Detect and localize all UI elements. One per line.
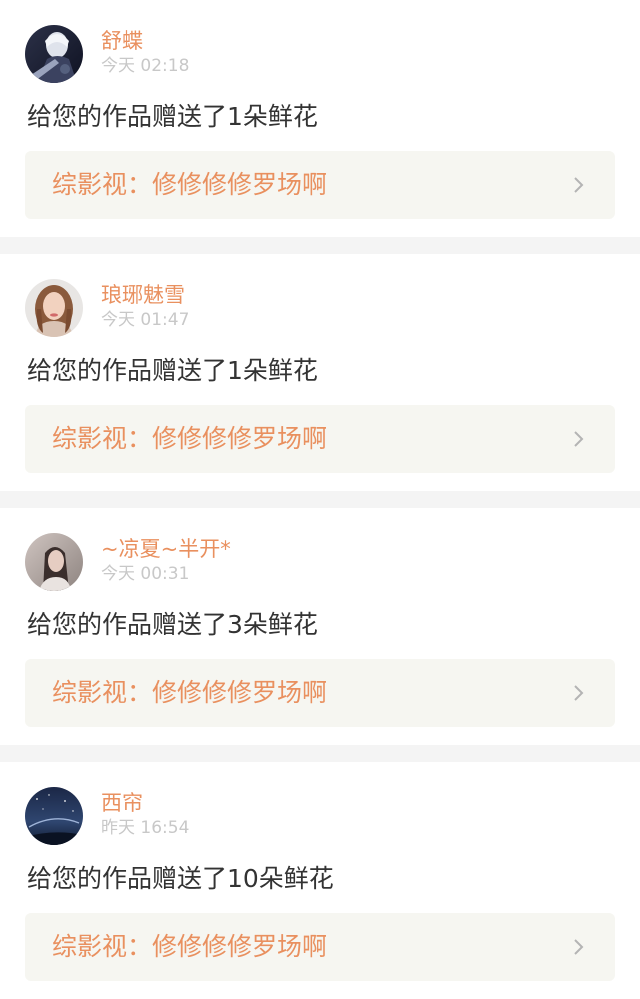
girl-portrait-avatar-icon	[25, 533, 83, 591]
work-title: 综影视：修修修修罗场啊	[52, 424, 328, 453]
separator	[0, 237, 640, 254]
work-link[interactable]: 综影视：修修修修罗场啊	[25, 659, 615, 727]
notification-item: 琅琊魅雪 今天 01:47 给您的作品赠送了1朵鲜花 综影视：修修修修罗场啊	[0, 254, 640, 491]
user-avatar[interactable]	[25, 279, 83, 337]
notification-item: 舒蝶 今天 02:18 给您的作品赠送了1朵鲜花 综影视：修修修修罗场啊	[0, 0, 640, 237]
timestamp: 今天 01:47	[101, 310, 190, 330]
anime-character-avatar-icon	[25, 25, 83, 83]
chevron-right-icon	[574, 177, 584, 193]
username[interactable]: 琅琊魅雪	[101, 282, 185, 308]
work-title: 综影视：修修修修罗场啊	[52, 170, 328, 199]
notification-item: 西帘 昨天 16:54 给您的作品赠送了10朵鲜花 综影视：修修修修罗场啊	[0, 762, 640, 999]
separator	[0, 491, 640, 508]
timestamp: 昨天 16:54	[101, 818, 190, 838]
user-avatar[interactable]	[25, 533, 83, 591]
night-sky-avatar-icon	[25, 787, 83, 845]
chevron-right-icon	[574, 431, 584, 447]
username[interactable]: ~凉夏~半开*	[101, 536, 231, 562]
gift-message: 给您的作品赠送了10朵鲜花	[27, 864, 334, 893]
chevron-right-icon	[574, 685, 584, 701]
work-link[interactable]: 综影视：修修修修罗场啊	[25, 405, 615, 473]
notification-feed: 舒蝶 今天 02:18 给您的作品赠送了1朵鲜花 综影视：修修修修罗场啊 琅琊魅…	[0, 0, 640, 999]
user-avatar[interactable]	[25, 787, 83, 845]
timestamp: 今天 00:31	[101, 564, 190, 584]
woman-portrait-avatar-icon	[25, 279, 83, 337]
work-link[interactable]: 综影视：修修修修罗场啊	[25, 151, 615, 219]
user-avatar[interactable]	[25, 25, 83, 83]
work-title: 综影视：修修修修罗场啊	[52, 678, 328, 707]
separator	[0, 745, 640, 762]
timestamp: 今天 02:18	[101, 56, 190, 76]
notification-item: ~凉夏~半开* 今天 00:31 给您的作品赠送了3朵鲜花 综影视：修修修修罗场…	[0, 508, 640, 745]
username[interactable]: 西帘	[101, 790, 143, 816]
gift-message: 给您的作品赠送了1朵鲜花	[27, 356, 318, 385]
gift-message: 给您的作品赠送了3朵鲜花	[27, 610, 318, 639]
username[interactable]: 舒蝶	[101, 28, 143, 54]
gift-message: 给您的作品赠送了1朵鲜花	[27, 102, 318, 131]
chevron-right-icon	[574, 939, 584, 955]
work-title: 综影视：修修修修罗场啊	[52, 932, 328, 961]
